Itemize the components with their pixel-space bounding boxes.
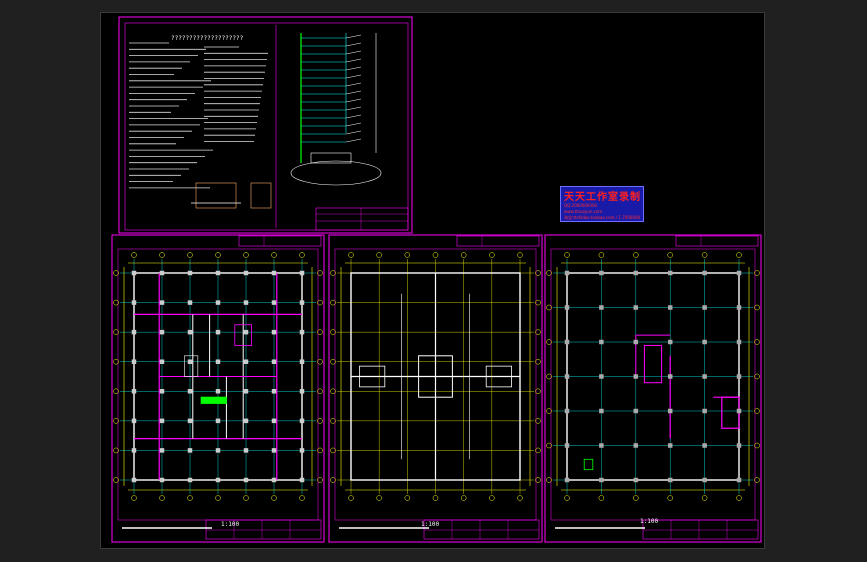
sheet-plan-2[interactable] (328, 234, 543, 543)
plan-2-scale: 1:100 (421, 521, 440, 528)
plan-3-scale: 1:100 (640, 518, 659, 525)
sheet-plan-1[interactable] (111, 234, 325, 543)
cad-viewport[interactable]: ???????????????????? 1:100 1:100 1:100 天… (0, 0, 867, 562)
drawing-svg (111, 16, 762, 543)
watermark-line-2: www.ttsuoyun.com (564, 209, 603, 214)
sheet-notes[interactable] (118, 16, 413, 234)
notes-text-block (129, 42, 272, 209)
watermark-stamp: 天天工作室录制 QQ:2000000000 www.ttsuoyun.com 淘… (560, 186, 644, 222)
watermark-line-1: QQ:2000000000 (564, 203, 598, 208)
watermark-title: 天天工作室录制 (564, 192, 641, 203)
notes-heading: ???????????????????? (171, 35, 244, 42)
sheet-plan-3[interactable] (544, 234, 762, 543)
riser-diagram (290, 33, 382, 186)
watermark-line-3: 淘宝:ttzhidao.taobao.com / 1.7000000 (564, 215, 641, 220)
plan-1-scale: 1:100 (221, 521, 240, 528)
drawing-canvas[interactable]: ???????????????????? 1:100 1:100 1:100 天… (100, 12, 765, 549)
